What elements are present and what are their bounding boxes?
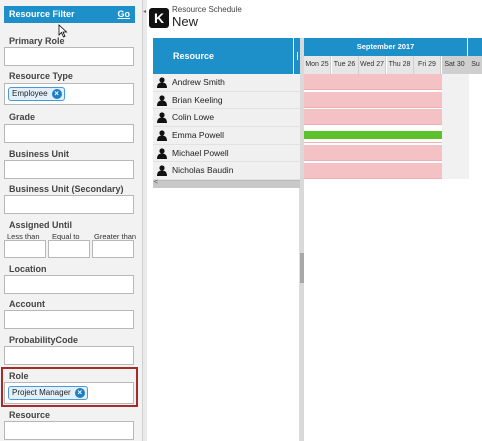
remove-chip-icon[interactable]: × [51, 89, 62, 99]
resource-filter-panel: Resource Filter Go Primary Role Resource… [0, 0, 143, 441]
less-than-field[interactable] [4, 240, 46, 258]
timeline-body [304, 74, 482, 441]
resource-column-header[interactable]: Resource [153, 38, 293, 74]
page-title: New [172, 14, 199, 29]
panel-splitter[interactable]: ◂ [143, 0, 147, 441]
business-unit-secondary-label: Business Unit (Secondary) [9, 184, 124, 194]
person-icon [157, 165, 167, 177]
resource-row[interactable]: Colin Lowe [153, 109, 300, 128]
resource-type-chip: Employee × [8, 87, 65, 101]
mouse-cursor-icon [58, 24, 68, 38]
resource-name: Michael Powell [172, 147, 229, 158]
grade-field[interactable] [4, 124, 134, 143]
location-label: Location [9, 264, 47, 274]
account-field[interactable] [4, 310, 134, 329]
day-header: Thu 28 [386, 56, 414, 74]
assigned-until-label: Assigned Until [9, 220, 73, 230]
booking-bar[interactable] [304, 131, 442, 140]
greater-than-field[interactable] [92, 240, 134, 258]
resource-row[interactable]: Emma Powell [153, 127, 300, 145]
equal-to-field[interactable] [48, 240, 90, 258]
scroll-left-icon[interactable]: < [154, 179, 158, 186]
day-header: Fri 29 [414, 56, 441, 74]
resource-row[interactable]: Brian Keeling [153, 91, 300, 110]
day-header: Sat 30 [441, 56, 469, 74]
role-highlight-box [1, 367, 138, 407]
day-header: Tue 26 [331, 56, 359, 74]
resource-type-chip-label: Employee [12, 89, 48, 98]
resource-name: Andrew Smith [172, 77, 225, 87]
module-title: Resource Schedule [172, 5, 242, 14]
timeline-month-header: September 2017 [304, 38, 467, 56]
business-unit-field[interactable] [4, 160, 134, 179]
grade-label: Grade [9, 112, 36, 122]
resource-name: Nicholas Baudin [172, 165, 234, 176]
resource-name: Brian Keeling [172, 94, 223, 105]
collapse-arrow-icon[interactable]: ◂ [143, 8, 146, 15]
allocation-bar[interactable] [304, 74, 442, 90]
horizontal-scrollbar[interactable]: < [153, 179, 300, 188]
resource-type-label: Resource Type [9, 71, 73, 81]
day-header: Wed 27 [359, 56, 386, 74]
resource-type-field[interactable]: Employee × [4, 83, 134, 105]
person-icon [157, 95, 167, 106]
account-label: Account [9, 299, 45, 309]
weekend-column [442, 74, 469, 179]
go-link[interactable]: Go [118, 6, 131, 23]
resource-field[interactable] [4, 421, 134, 440]
resource-name: Colin Lowe [172, 112, 215, 123]
app-logo: K [149, 8, 169, 28]
resource-name: Emma Powell [172, 130, 224, 141]
probability-code-field[interactable] [4, 346, 134, 365]
business-unit-label: Business Unit [9, 149, 70, 159]
allocation-bar[interactable] [304, 162, 442, 179]
person-icon [157, 112, 167, 124]
filter-header: Resource Filter Go [4, 6, 135, 23]
person-icon [157, 130, 167, 142]
filter-title: Resource Filter [9, 9, 75, 19]
resource-grid-empty-area [153, 188, 300, 441]
resource-row[interactable]: Nicholas Baudin [153, 162, 300, 181]
person-icon [157, 77, 167, 88]
allocation-bar[interactable] [304, 109, 442, 126]
person-icon [157, 148, 167, 159]
primary-role-label: Primary Role [9, 36, 65, 46]
booking-row[interactable] [304, 127, 442, 144]
timeline-month-next-header [468, 38, 482, 56]
day-header: Mon 25 [304, 56, 331, 74]
business-unit-secondary-field[interactable] [4, 195, 134, 214]
location-field[interactable] [4, 275, 134, 294]
resource-list: Andrew Smith Brian Keeling Colin Lowe Emma … [153, 74, 300, 181]
primary-role-field[interactable] [4, 47, 134, 66]
allocation-bar[interactable] [304, 144, 442, 161]
resource-row[interactable]: Michael Powell [153, 144, 300, 163]
resource-label: Resource [9, 410, 51, 420]
resource-row[interactable]: Andrew Smith [153, 74, 300, 92]
allocation-bar[interactable] [304, 91, 442, 108]
day-header: Su [469, 56, 482, 74]
probability-code-label: ProbabilityCode [9, 335, 79, 345]
